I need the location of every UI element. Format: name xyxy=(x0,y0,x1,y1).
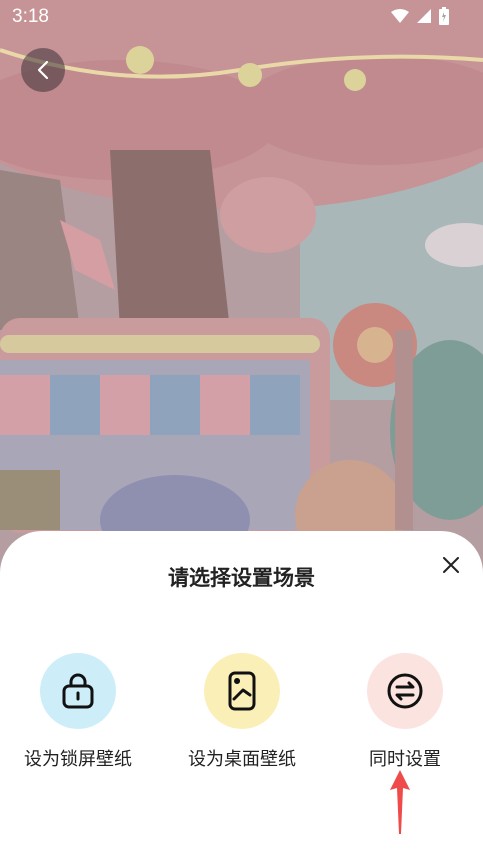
option-home-screen[interactable]: 设为桌面壁纸 xyxy=(167,653,317,771)
option-lock-screen[interactable]: 设为锁屏壁纸 xyxy=(3,653,153,771)
option-both[interactable]: 同时设置 xyxy=(330,653,480,771)
battery-icon xyxy=(439,7,449,25)
wifi-icon xyxy=(391,9,409,23)
swap-icon xyxy=(387,673,423,709)
option-label: 设为桌面壁纸 xyxy=(188,749,296,770)
close-icon xyxy=(443,557,459,573)
red-arrow-annotation xyxy=(390,770,410,834)
option-icon-circle xyxy=(204,653,280,729)
option-label: 设为锁屏壁纸 xyxy=(24,749,132,770)
sheet-title: 请选择设置场景 xyxy=(168,566,315,590)
back-button[interactable] xyxy=(21,48,65,92)
option-icon-circle xyxy=(367,653,443,729)
phone-icon xyxy=(228,671,256,711)
chevron-left-icon xyxy=(37,60,49,80)
lock-icon xyxy=(62,673,94,709)
option-icon-circle xyxy=(40,653,116,729)
close-button[interactable] xyxy=(437,551,465,579)
option-label: 同时设置 xyxy=(369,749,441,770)
status-bar: 3:18 xyxy=(0,0,483,34)
signal-icon xyxy=(417,9,431,23)
status-time: 3:18 xyxy=(12,6,49,27)
